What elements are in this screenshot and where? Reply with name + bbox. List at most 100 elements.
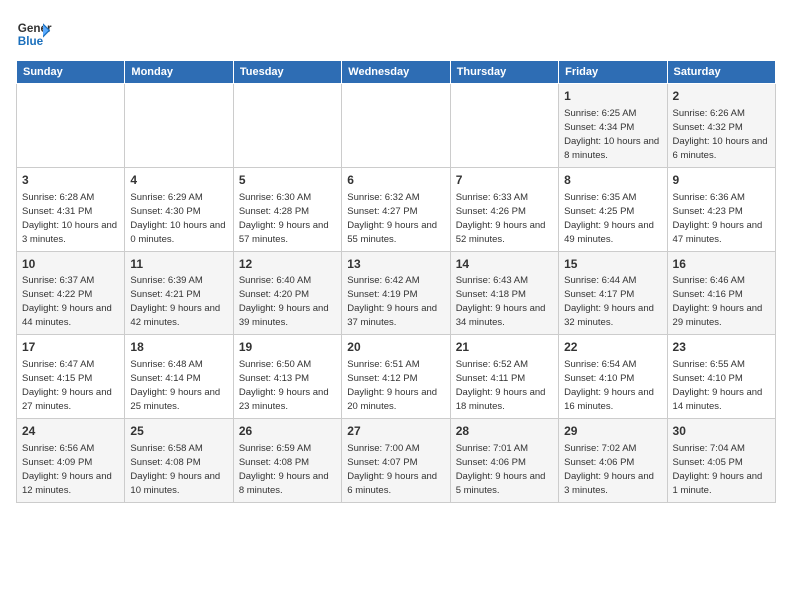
weekday-header-monday: Monday [125,61,233,84]
weekday-header-saturday: Saturday [667,61,775,84]
day-number: 22 [564,339,661,356]
day-info: Sunrise: 6:36 AM Sunset: 4:23 PM Dayligh… [673,192,765,245]
calendar-cell: 19 Sunrise: 6:50 AM Sunset: 4:13 PM Dayli… [233,335,341,419]
day-info: Sunrise: 6:59 AM Sunset: 4:08 PM Dayligh… [239,443,331,496]
calendar-cell: 17 Sunrise: 6:47 AM Sunset: 4:15 PM Dayli… [17,335,125,419]
calendar-week-3: 10 Sunrise: 6:37 AM Sunset: 4:22 PM Dayli… [17,251,776,335]
logo-icon: General Blue [16,16,52,52]
day-number: 16 [673,256,770,273]
day-number: 17 [22,339,119,356]
svg-text:Blue: Blue [18,35,44,48]
day-number: 1 [564,88,661,105]
page-header: General Blue [16,16,776,52]
day-number: 26 [239,423,336,440]
calendar-cell: 1 Sunrise: 6:25 AM Sunset: 4:34 PM Daylig… [559,84,667,168]
day-info: Sunrise: 6:47 AM Sunset: 4:15 PM Dayligh… [22,359,114,412]
day-info: Sunrise: 6:55 AM Sunset: 4:10 PM Dayligh… [673,359,765,412]
day-number: 23 [673,339,770,356]
day-info: Sunrise: 6:44 AM Sunset: 4:17 PM Dayligh… [564,275,656,328]
day-number: 18 [130,339,227,356]
calendar-cell: 5 Sunrise: 6:30 AM Sunset: 4:28 PM Daylig… [233,167,341,251]
calendar-cell: 22 Sunrise: 6:54 AM Sunset: 4:10 PM Dayli… [559,335,667,419]
day-info: Sunrise: 6:28 AM Sunset: 4:31 PM Dayligh… [22,192,120,245]
day-info: Sunrise: 6:32 AM Sunset: 4:27 PM Dayligh… [347,192,439,245]
calendar-cell: 23 Sunrise: 6:55 AM Sunset: 4:10 PM Dayli… [667,335,775,419]
day-info: Sunrise: 6:37 AM Sunset: 4:22 PM Dayligh… [22,275,114,328]
calendar-cell: 26 Sunrise: 6:59 AM Sunset: 4:08 PM Dayli… [233,419,341,503]
day-number: 27 [347,423,444,440]
calendar-cell: 28 Sunrise: 7:01 AM Sunset: 4:06 PM Dayli… [450,419,558,503]
calendar-cell: 12Sunrise: 6:40 AM Sunset: 4:20 PM Dayli… [233,251,341,335]
day-number: 28 [456,423,553,440]
calendar-cell [233,84,341,168]
day-info: Sunrise: 6:25 AM Sunset: 4:34 PM Dayligh… [564,108,662,161]
day-info: Sunrise: 6:42 AM Sunset: 4:19 PM Dayligh… [347,275,439,328]
day-info: Sunrise: 6:51 AM Sunset: 4:12 PM Dayligh… [347,359,439,412]
day-number: 13 [347,256,444,273]
day-number: 5 [239,172,336,189]
calendar-cell: 15 Sunrise: 6:44 AM Sunset: 4:17 PM Dayli… [559,251,667,335]
calendar-cell: 30Sunrise: 7:04 AM Sunset: 4:05 PM Dayli… [667,419,775,503]
day-number: 20 [347,339,444,356]
calendar-cell: 18 Sunrise: 6:48 AM Sunset: 4:14 PM Dayli… [125,335,233,419]
day-info: Sunrise: 7:01 AM Sunset: 4:06 PM Dayligh… [456,443,548,496]
day-info: Sunrise: 6:30 AM Sunset: 4:28 PM Dayligh… [239,192,331,245]
calendar-cell: 20 Sunrise: 6:51 AM Sunset: 4:12 PM Dayli… [342,335,450,419]
day-number: 6 [347,172,444,189]
weekday-header-friday: Friday [559,61,667,84]
day-info: Sunrise: 6:48 AM Sunset: 4:14 PM Dayligh… [130,359,222,412]
calendar-cell: 9Sunrise: 6:36 AM Sunset: 4:23 PM Daylig… [667,167,775,251]
day-info: Sunrise: 6:52 AM Sunset: 4:11 PM Dayligh… [456,359,548,412]
weekday-header-row: SundayMondayTuesdayWednesdayThursdayFrid… [17,61,776,84]
calendar-cell [17,84,125,168]
weekday-header-sunday: Sunday [17,61,125,84]
day-info: Sunrise: 7:00 AM Sunset: 4:07 PM Dayligh… [347,443,439,496]
calendar-cell: 29 Sunrise: 7:02 AM Sunset: 4:06 PM Dayli… [559,419,667,503]
logo: General Blue [16,16,52,52]
day-info: Sunrise: 6:35 AM Sunset: 4:25 PM Dayligh… [564,192,656,245]
day-number: 8 [564,172,661,189]
calendar-cell [450,84,558,168]
day-info: Sunrise: 6:50 AM Sunset: 4:13 PM Dayligh… [239,359,331,412]
calendar-cell: 6 Sunrise: 6:32 AM Sunset: 4:27 PM Daylig… [342,167,450,251]
calendar-cell: 4Sunrise: 6:29 AM Sunset: 4:30 PM Daylig… [125,167,233,251]
calendar-cell [342,84,450,168]
day-number: 4 [130,172,227,189]
day-number: 3 [22,172,119,189]
day-info: Sunrise: 6:40 AM Sunset: 4:20 PM Dayligh… [239,275,331,328]
day-info: Sunrise: 6:56 AM Sunset: 4:09 PM Dayligh… [22,443,114,496]
calendar-cell: 3 Sunrise: 6:28 AM Sunset: 4:31 PM Daylig… [17,167,125,251]
calendar-cell: 24Sunrise: 6:56 AM Sunset: 4:09 PM Dayli… [17,419,125,503]
day-info: Sunrise: 6:46 AM Sunset: 4:16 PM Dayligh… [673,275,765,328]
calendar-cell: 11 Sunrise: 6:39 AM Sunset: 4:21 PM Dayli… [125,251,233,335]
weekday-header-tuesday: Tuesday [233,61,341,84]
calendar-cell: 2Sunrise: 6:26 AM Sunset: 4:32 PM Daylig… [667,84,775,168]
day-info: Sunrise: 6:58 AM Sunset: 4:08 PM Dayligh… [130,443,222,496]
day-info: Sunrise: 6:54 AM Sunset: 4:10 PM Dayligh… [564,359,656,412]
weekday-header-wednesday: Wednesday [342,61,450,84]
day-info: Sunrise: 6:39 AM Sunset: 4:21 PM Dayligh… [130,275,222,328]
calendar-week-2: 3 Sunrise: 6:28 AM Sunset: 4:31 PM Daylig… [17,167,776,251]
day-info: Sunrise: 6:43 AM Sunset: 4:18 PM Dayligh… [456,275,548,328]
calendar-cell: 27 Sunrise: 7:00 AM Sunset: 4:07 PM Dayli… [342,419,450,503]
day-number: 29 [564,423,661,440]
calendar-cell: 16 Sunrise: 6:46 AM Sunset: 4:16 PM Dayli… [667,251,775,335]
day-number: 19 [239,339,336,356]
calendar-cell: 8 Sunrise: 6:35 AM Sunset: 4:25 PM Daylig… [559,167,667,251]
day-info: Sunrise: 7:02 AM Sunset: 4:06 PM Dayligh… [564,443,656,496]
day-number: 10 [22,256,119,273]
day-info: Sunrise: 6:33 AM Sunset: 4:26 PM Dayligh… [456,192,548,245]
calendar-cell: 13 Sunrise: 6:42 AM Sunset: 4:19 PM Dayli… [342,251,450,335]
calendar-cell [125,84,233,168]
weekday-header-thursday: Thursday [450,61,558,84]
day-number: 15 [564,256,661,273]
day-number: 11 [130,256,227,273]
calendar-table: SundayMondayTuesdayWednesdayThursdayFrid… [16,60,776,503]
day-number: 25 [130,423,227,440]
calendar-cell: 25 Sunrise: 6:58 AM Sunset: 4:08 PM Dayli… [125,419,233,503]
calendar-cell: 21Sunrise: 6:52 AM Sunset: 4:11 PM Dayli… [450,335,558,419]
calendar-week-5: 24Sunrise: 6:56 AM Sunset: 4:09 PM Dayli… [17,419,776,503]
day-info: Sunrise: 7:04 AM Sunset: 4:05 PM Dayligh… [673,443,765,496]
calendar-week-4: 17 Sunrise: 6:47 AM Sunset: 4:15 PM Dayli… [17,335,776,419]
day-number: 2 [673,88,770,105]
